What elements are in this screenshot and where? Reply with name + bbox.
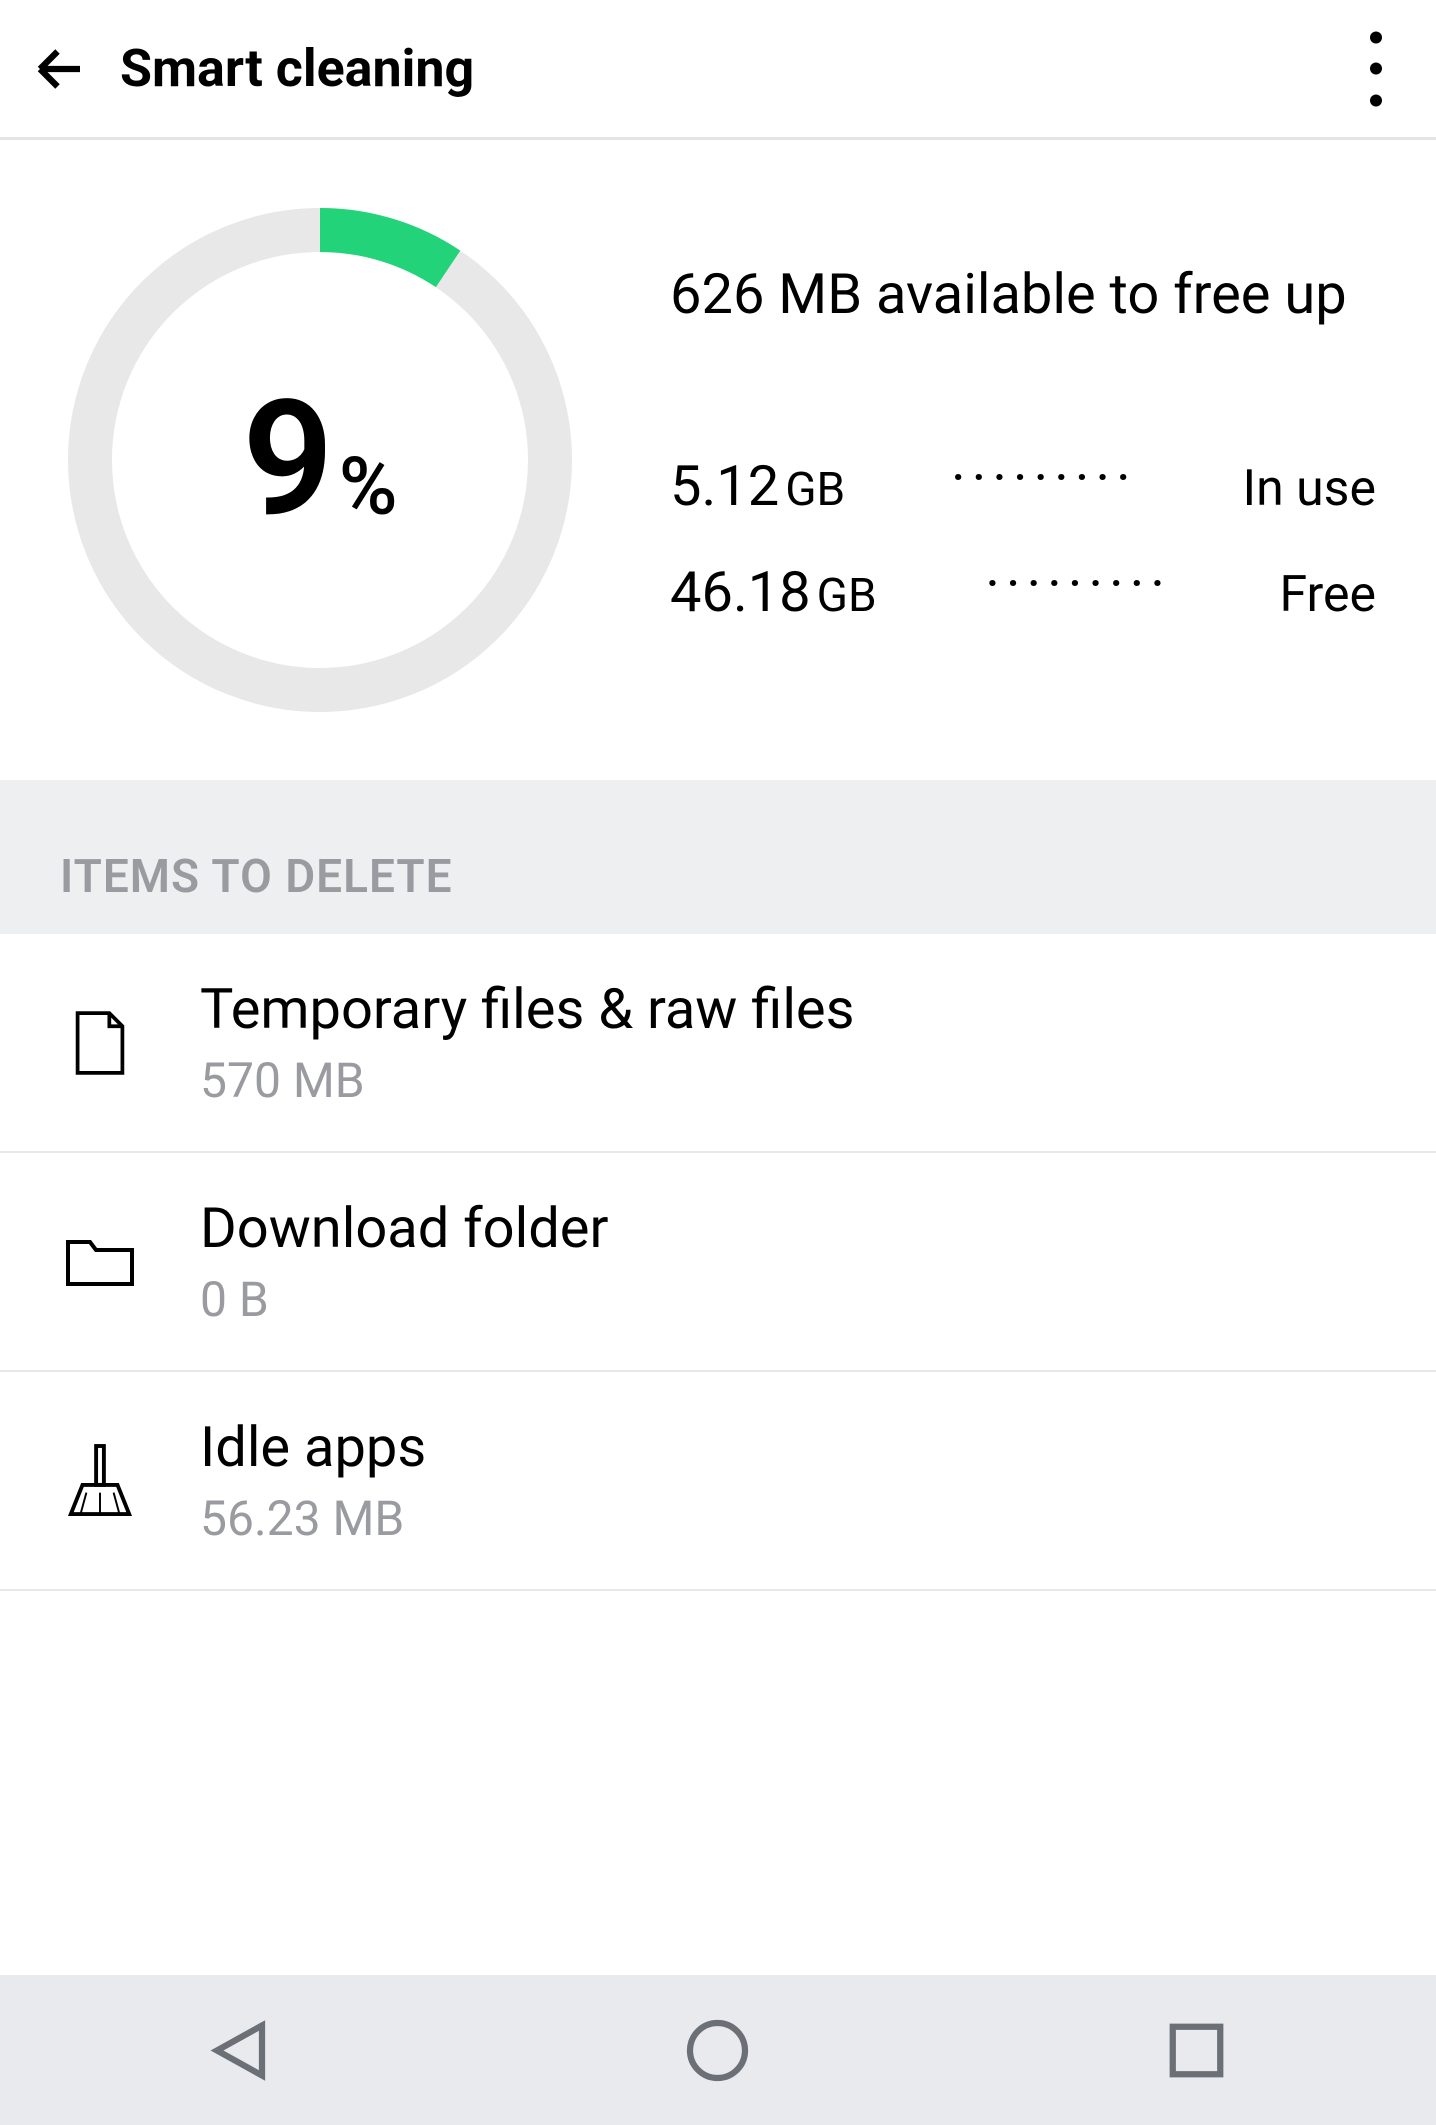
item-title: Idle apps — [200, 1414, 1376, 1480]
dot-icon — [1370, 94, 1382, 106]
separator-dots: ········· — [907, 551, 1250, 617]
app-header: Smart cleaning — [0, 0, 1436, 140]
nav-home-button[interactable] — [668, 2000, 768, 2100]
list-item-idle-apps[interactable]: Idle apps 56.23 MB — [0, 1372, 1436, 1591]
nav-recent-button[interactable] — [1147, 2000, 1247, 2100]
item-title: Download folder — [200, 1195, 1376, 1261]
back-arrow-icon — [30, 39, 90, 99]
percent-display: 9 % — [242, 367, 397, 554]
item-title: Temporary files & raw files — [200, 976, 1376, 1042]
back-button[interactable] — [30, 39, 90, 99]
dot-icon — [1370, 31, 1382, 43]
navigation-bar — [0, 1975, 1436, 2125]
in-use-label: In use — [1243, 460, 1377, 518]
page-title: Smart cleaning — [120, 38, 474, 99]
list-item-download-folder[interactable]: Download folder 0 B — [0, 1153, 1436, 1372]
percent-sign: % — [339, 440, 398, 534]
more-menu-button[interactable] — [1361, 31, 1391, 106]
percent-number: 9 — [242, 367, 333, 554]
item-size: 56.23 MB — [200, 1490, 1376, 1547]
free-unit: GB — [817, 569, 877, 623]
free-label: Free — [1279, 566, 1376, 624]
circle-home-icon — [680, 2013, 755, 2088]
in-use-row: 5.12 GB ········· In use — [670, 453, 1376, 519]
triangle-back-icon — [202, 2013, 277, 2088]
folder-icon — [60, 1234, 140, 1290]
section-header-items: ITEMS TO DELETE — [0, 780, 1436, 934]
item-size: 570 MB — [200, 1052, 1376, 1109]
storage-info: 626 MB available to free up 5.12 GB ····… — [670, 255, 1376, 665]
in-use-value: 5.12 — [670, 453, 779, 519]
free-row: 46.18 GB ········· Free — [670, 559, 1376, 625]
list-item-temporary-files[interactable]: Temporary files & raw files 570 MB — [0, 934, 1436, 1153]
item-text: Temporary files & raw files 570 MB — [200, 976, 1376, 1109]
broom-icon — [60, 1442, 140, 1520]
nav-back-button[interactable] — [189, 2000, 289, 2100]
item-text: Idle apps 56.23 MB — [200, 1414, 1376, 1547]
in-use-unit: GB — [785, 463, 845, 517]
storage-overview: 9 % 626 MB available to free up 5.12 GB … — [0, 140, 1436, 780]
items-list: Temporary files & raw files 570 MB Downl… — [0, 934, 1436, 1591]
item-size: 0 B — [200, 1271, 1376, 1328]
square-recent-icon — [1159, 2013, 1234, 2088]
file-icon — [60, 1009, 140, 1077]
dot-icon — [1370, 63, 1382, 75]
free-value: 46.18 — [670, 559, 811, 625]
progress-ring: 9 % — [60, 200, 580, 720]
item-text: Download folder 0 B — [200, 1195, 1376, 1328]
separator-dots: ········· — [875, 445, 1212, 511]
available-text: 626 MB available to free up — [670, 255, 1376, 333]
